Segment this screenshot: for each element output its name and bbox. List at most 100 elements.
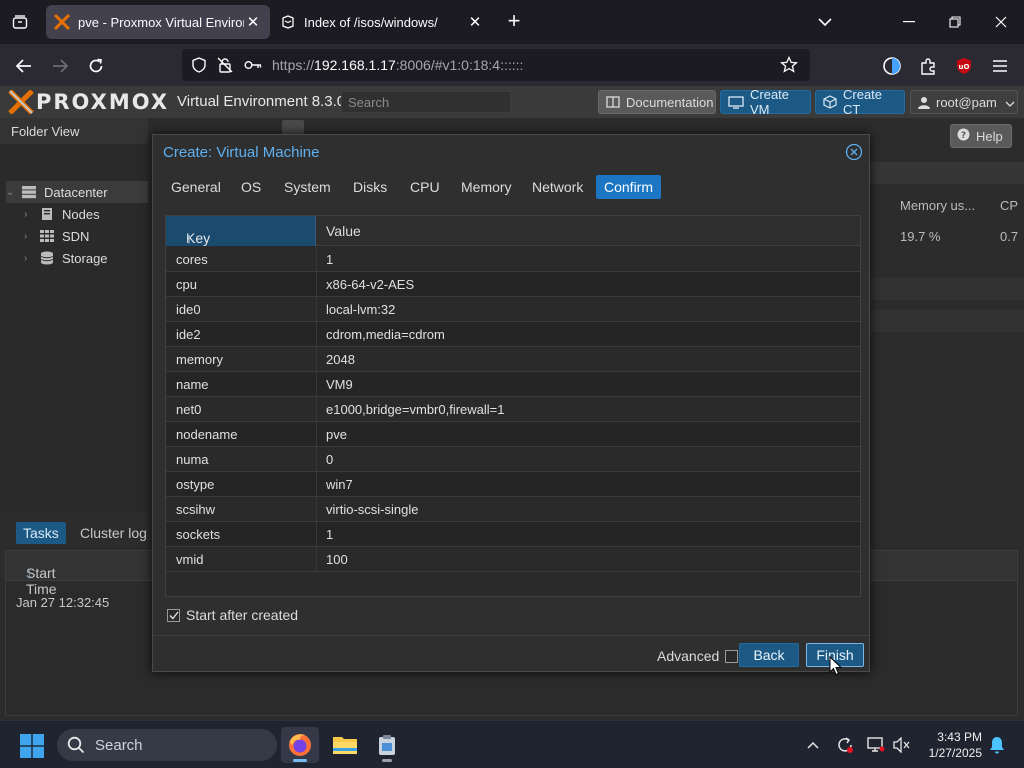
sync-status-icon[interactable] (835, 735, 855, 755)
minimize-icon[interactable] (895, 8, 923, 36)
tree-item-storage[interactable]: › Storage (24, 247, 108, 269)
column-header-key[interactable]: Key ↑ (166, 216, 316, 246)
checkbox-checked-icon[interactable] (167, 608, 180, 622)
network-icon[interactable] (866, 735, 886, 755)
browser-tab-proxmox[interactable]: pve - Proxmox Virtual Environme ✕ (46, 5, 270, 39)
table-row[interactable] (870, 278, 1024, 300)
taskbar-search-box[interactable]: Search (57, 729, 277, 761)
tab-network[interactable]: Network (524, 175, 591, 199)
tree-item-nodes[interactable]: › Nodes (24, 203, 100, 225)
table-row[interactable]: ide2 cdrom,media=cdrom (166, 322, 860, 347)
close-tab-icon[interactable]: ✕ (466, 13, 484, 31)
tab-disks[interactable]: Disks (345, 175, 395, 199)
notification-bell-icon[interactable] (987, 735, 1007, 755)
back-arrow-icon[interactable] (10, 52, 38, 80)
hamburger-menu-icon[interactable] (987, 53, 1013, 79)
table-row[interactable] (870, 310, 1024, 332)
setting-key: scsihw (176, 502, 216, 517)
tab-confirm[interactable]: Confirm (596, 175, 662, 199)
restore-icon[interactable] (941, 8, 969, 36)
table-row[interactable]: cpu x86-64-v2-AES (166, 272, 860, 297)
cpu-usage-value: 0.7 (1000, 229, 1019, 244)
url-bar[interactable]: https://192.168.1.17:8006/#v1:0:18:4::::… (182, 49, 810, 81)
help-button[interactable]: ? Help (950, 124, 1012, 148)
windows-start-icon[interactable] (20, 734, 44, 758)
column-header-value[interactable]: Value (326, 223, 361, 239)
insecure-lock-icon[interactable] (216, 57, 234, 73)
setting-value: 100 (326, 552, 348, 567)
key-permissions-icon[interactable] (244, 57, 262, 73)
close-window-icon[interactable] (987, 8, 1015, 36)
create-ct-button[interactable]: Create CT (815, 87, 905, 117)
table-row[interactable]: net0 e1000,bridge=vmbr0,firewall=1 (166, 397, 860, 422)
browser-tab-index[interactable]: Index of /isos/windows/ ✕ (272, 5, 492, 39)
tab-title: Index of /isos/windows/ (304, 14, 438, 30)
url-text[interactable]: https://192.168.1.17:8006/#v1:0:18:4::::… (272, 57, 523, 73)
extensions-puzzle-icon[interactable] (915, 53, 941, 79)
close-tab-icon[interactable]: ✕ (244, 13, 262, 31)
taskbar-file-explorer[interactable] (326, 727, 364, 763)
table-row[interactable]: ide0 local-lvm:32 (166, 297, 860, 322)
search-icon (67, 736, 85, 754)
setting-key: ide2 (176, 327, 201, 342)
table-row[interactable]: cores 1 (166, 247, 860, 272)
shield-icon[interactable] (190, 57, 208, 73)
proxmox-logo[interactable]: PROXMOX (8, 90, 169, 114)
table-row[interactable]: nodename pve (166, 422, 860, 447)
user-menu-button[interactable]: root@pam (910, 90, 1018, 114)
table-row[interactable]: numa 0 (166, 447, 860, 472)
tree-item-datacenter[interactable]: ⌄ Datacenter (6, 181, 148, 203)
tab-cpu[interactable]: CPU (402, 175, 448, 199)
grid-toolbar (870, 162, 1024, 184)
windows-taskbar: Search 3:43 PM 1/27/2025 (0, 720, 1024, 768)
product-name: PROXMOX (36, 90, 170, 114)
table-row[interactable]: sockets 1 (166, 522, 860, 547)
tab-list-icon[interactable] (8, 10, 32, 34)
taskbar-clock[interactable]: 3:43 PM 1/27/2025 (924, 729, 982, 761)
taskbar-firefox[interactable] (281, 727, 319, 763)
tab-general[interactable]: General (163, 175, 229, 199)
setting-key: nodename (176, 427, 238, 442)
setting-key: net0 (176, 402, 202, 417)
tree-item-sdn[interactable]: › SDN (24, 225, 89, 247)
search-input[interactable]: Search (341, 91, 511, 113)
table-row[interactable]: memory 2048 (166, 347, 860, 372)
chevron-right-icon[interactable]: › (24, 253, 38, 264)
table-row[interactable]: vmid 100 (166, 547, 860, 572)
column-header-memory[interactable]: Memory us... (900, 198, 975, 213)
chevron-right-icon[interactable]: › (24, 209, 38, 220)
view-selector[interactable]: Folder View (0, 118, 148, 144)
chevron-right-icon[interactable]: › (24, 231, 38, 242)
account-sync-icon[interactable] (879, 53, 905, 79)
checkbox-unchecked-icon[interactable] (725, 649, 739, 663)
documentation-button[interactable]: Documentation (598, 90, 716, 114)
dialog-title: Create: Virtual Machine (163, 144, 320, 161)
chevron-down-icon[interactable]: ⌄ (6, 187, 20, 198)
table-row[interactable]: ostype win7 (166, 472, 860, 497)
start-after-created-checkbox[interactable]: Start after created (167, 607, 298, 623)
show-hidden-icons-chevron-up-icon[interactable] (803, 735, 823, 755)
running-indicator (293, 759, 307, 762)
table-row[interactable]: name VM9 (166, 372, 860, 397)
forward-arrow-icon[interactable] (46, 52, 74, 80)
tab-overflow-chevron-icon[interactable] (811, 8, 839, 36)
ublock-origin-icon[interactable]: uO (951, 53, 977, 79)
tab-tasks[interactable]: Tasks (16, 522, 66, 544)
tab-system[interactable]: System (276, 175, 339, 199)
tab-cluster-log[interactable]: Cluster log (73, 522, 154, 544)
create-vm-button[interactable]: Create VM (720, 87, 811, 117)
new-tab-plus-icon[interactable]: + (502, 10, 526, 34)
close-icon[interactable] (845, 143, 863, 161)
volume-muted-icon[interactable] (892, 735, 912, 755)
back-button[interactable]: Back (739, 643, 799, 667)
content-panel-edge: ? Help Memory us... CP 19.7 % 0.7 (870, 118, 1024, 512)
table-row[interactable]: scsihw virtio-scsi-single (166, 497, 860, 522)
reload-icon[interactable] (82, 52, 110, 80)
taskbar-app-tool[interactable] (368, 727, 406, 763)
bookmark-star-icon[interactable] (780, 56, 798, 73)
setting-value: 1 (326, 527, 334, 542)
column-header-cpu[interactable]: CP (1000, 198, 1018, 213)
advanced-checkbox[interactable]: Advanced (657, 648, 739, 664)
tab-memory[interactable]: Memory (453, 175, 520, 199)
tab-os[interactable]: OS (233, 175, 269, 199)
